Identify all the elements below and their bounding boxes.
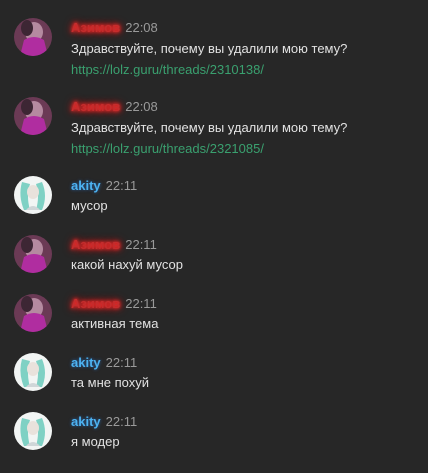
avatar[interactable] [14, 412, 52, 450]
message-text: какой нахуй мусор [71, 257, 183, 272]
message-link[interactable]: https://lolz.guru/threads/2310138/ [71, 62, 264, 77]
message-text: мусор [71, 198, 108, 213]
author-name[interactable]: akity [71, 355, 101, 370]
avatar[interactable] [14, 294, 52, 332]
message-text: Здравствуйте, почему вы удалили мою тему… [71, 120, 348, 135]
author-name[interactable]: Азимов [71, 296, 120, 311]
message-text: та мне похуй [71, 375, 149, 390]
message-header: Азимов 22:11 [71, 236, 157, 254]
message-time: 22:11 [105, 178, 138, 194]
message-header: akity 22:11 [71, 177, 137, 195]
chat-log: Азимов 22:08 Здравствуйте, почему вы удал… [0, 0, 428, 473]
message-time: 22:11 [125, 296, 157, 312]
message-text: активная тема [71, 316, 159, 331]
message-header: akity 22:11 [71, 413, 137, 431]
author-name[interactable]: Азимов [71, 237, 120, 252]
author-name[interactable]: Азимов [71, 99, 120, 114]
message-time: 22:11 [105, 355, 138, 371]
message-time: 22:11 [125, 237, 157, 253]
message-link[interactable]: https://lolz.guru/threads/2321085/ [71, 141, 264, 156]
author-name[interactable]: Азимов [71, 20, 120, 35]
message-time: 22:08 [125, 20, 158, 36]
avatar[interactable] [14, 176, 52, 214]
message-time: 22:08 [125, 99, 158, 115]
message-time: 22:11 [105, 414, 138, 430]
author-name[interactable]: akity [71, 414, 101, 429]
message-header: Азимов 22:08 [71, 98, 158, 116]
message-header: akity 22:11 [71, 354, 137, 372]
avatar[interactable] [14, 235, 52, 273]
message-text: я модер [71, 434, 120, 449]
message-text: Здравствуйте, почему вы удалили мою тему… [71, 41, 348, 56]
avatar[interactable] [14, 18, 52, 56]
message-header: Азимов 22:11 [71, 295, 157, 313]
avatar[interactable] [14, 97, 52, 135]
avatar[interactable] [14, 353, 52, 391]
author-name[interactable]: akity [71, 178, 101, 193]
message-header: Азимов 22:08 [71, 19, 158, 37]
